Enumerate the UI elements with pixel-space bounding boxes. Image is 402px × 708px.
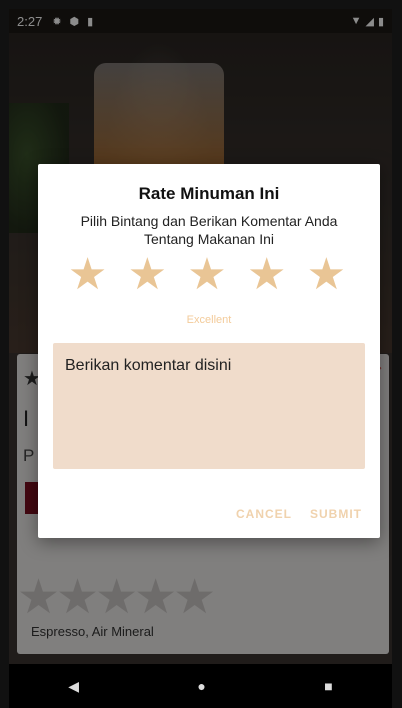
dialog-subtitle: Pilih Bintang dan Berikan Komentar Anda … <box>80 213 338 247</box>
star-4-icon[interactable]: ★ <box>247 249 290 300</box>
star-5-icon[interactable]: ★ <box>307 249 350 300</box>
dialog-actions: CANCEL SUBMIT <box>236 507 362 521</box>
comment-input[interactable] <box>53 343 365 469</box>
dialog-title: Rate Minuman Ini <box>138 184 280 203</box>
star-2-icon[interactable]: ★ <box>128 249 171 300</box>
app-screen: 2:27 ✹ ⬢ ▮ ▼ ◢ ▮ ★ 🛒 I P ★★★★★ Espresso,… <box>9 9 392 708</box>
recents-icon[interactable]: ■ <box>324 678 332 694</box>
rating-bar[interactable]: ★ ★ ★ ★ ★ <box>38 249 380 300</box>
cancel-button[interactable]: CANCEL <box>236 507 292 521</box>
star-3-icon[interactable]: ★ <box>187 249 230 300</box>
rating-label: Excellent <box>186 314 232 326</box>
submit-button[interactable]: SUBMIT <box>310 507 362 521</box>
rating-dialog: Rate Minuman Ini Pilih Bintang dan Berik… <box>38 164 380 538</box>
back-icon[interactable]: ◀ <box>68 678 79 695</box>
navigation-bar: ◀ ● ■ <box>9 664 392 708</box>
star-1-icon[interactable]: ★ <box>68 249 111 300</box>
home-icon[interactable]: ● <box>197 678 205 694</box>
